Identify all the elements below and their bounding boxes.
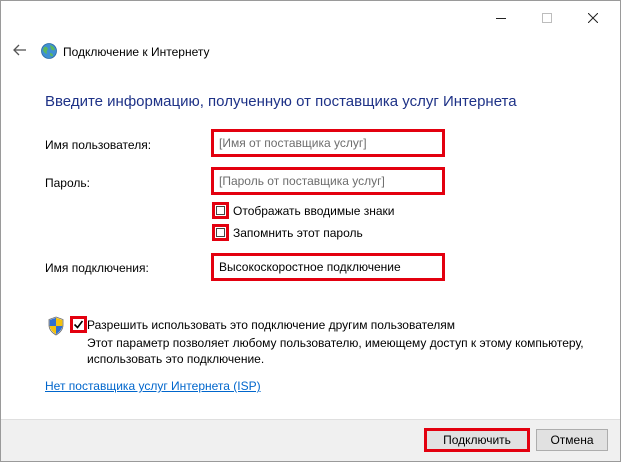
username-label: Имя пользователя: <box>45 138 152 152</box>
network-globe-icon <box>41 43 57 59</box>
title-bar <box>1 1 620 35</box>
share-connection-description: Этот параметр позволяет любому пользоват… <box>87 336 584 366</box>
back-button[interactable] <box>9 39 31 61</box>
maximize-button[interactable] <box>524 3 570 33</box>
share-connection-label: Разрешить использовать это подключение д… <box>87 318 456 332</box>
username-field-frame <box>211 129 445 157</box>
remember-password-label: Запомнить этот пароль <box>233 225 363 240</box>
show-characters-label: Отображать вводимые знаки <box>233 203 395 218</box>
minimize-icon <box>496 18 506 19</box>
connect-to-internet-window: Подключение к Интернету Введите информац… <box>0 0 621 462</box>
connection-name-input[interactable] <box>217 258 443 276</box>
cancel-button[interactable]: Отмена <box>536 429 608 451</box>
minimize-button[interactable] <box>478 3 524 33</box>
back-arrow-icon <box>13 44 26 56</box>
share-connection-checkbox[interactable] <box>70 316 87 333</box>
page-heading: Введите информацию, полученную от постав… <box>45 93 517 110</box>
remember-password-checkbox-row[interactable]: Запомнить этот пароль <box>212 224 363 241</box>
uac-shield-icon <box>48 316 64 336</box>
checkmark-icon <box>73 320 84 329</box>
close-icon <box>588 13 598 23</box>
password-label: Пароль: <box>45 176 90 190</box>
close-button[interactable] <box>570 3 616 33</box>
show-characters-checkbox-row[interactable]: Отображать вводимые знаки <box>212 202 394 219</box>
password-field-frame <box>211 167 445 195</box>
password-input[interactable] <box>217 172 443 190</box>
window-title: Подключение к Интернету <box>63 45 210 59</box>
dialog-footer: Подключить Отмена <box>1 419 620 461</box>
maximize-icon <box>542 13 552 23</box>
username-input[interactable] <box>217 134 443 152</box>
remember-password-checkbox[interactable] <box>212 224 229 241</box>
connect-button[interactable]: Подключить <box>424 428 530 452</box>
show-characters-checkbox[interactable] <box>212 202 229 219</box>
navigation-bar: Подключение к Интернету <box>1 37 620 65</box>
no-isp-link[interactable]: Нет поставщика услуг Интернета (ISP) <box>45 379 261 393</box>
connection-name-field-frame <box>211 253 445 281</box>
connection-name-label: Имя подключения: <box>45 261 149 275</box>
